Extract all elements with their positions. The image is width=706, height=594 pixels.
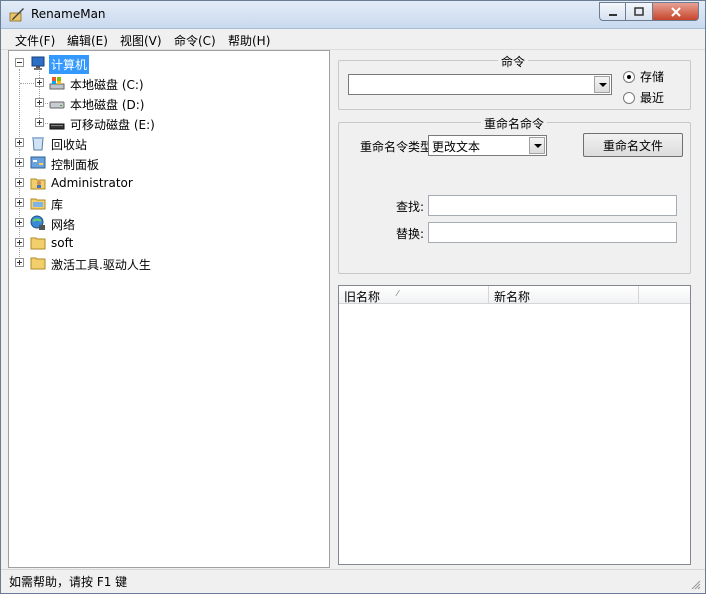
menu-bar: 文件(F) 编辑(E) 视图(V) 命令(C) 帮助(H): [1, 29, 705, 50]
find-label: 查找:: [396, 200, 425, 214]
control-panel-icon: [30, 156, 46, 169]
expand-icon[interactable]: [15, 158, 24, 167]
tree-item-computer[interactable]: 计算机: [9, 54, 329, 74]
computer-icon: [31, 56, 45, 70]
close-button[interactable]: [653, 2, 699, 21]
rename-group-title: 重命名命令: [481, 115, 548, 132]
rename-command-group: 重命名命令 重命名令类型: 更改文本 重命名文件 查找: 替换:: [338, 115, 691, 274]
radio-save[interactable]: 存储: [623, 68, 664, 85]
minimize-button[interactable]: [599, 2, 626, 21]
minimize-icon: [608, 13, 617, 16]
radio-recent[interactable]: 最近: [623, 89, 664, 106]
tree-item-activation-tools[interactable]: 激活工具.驱动人生: [9, 254, 329, 272]
tree-label: 库: [51, 198, 64, 212]
tree-item-control-panel[interactable]: 控制面板: [9, 154, 329, 172]
expand-icon[interactable]: [15, 198, 24, 207]
expand-icon[interactable]: [15, 178, 24, 187]
rename-type-combo[interactable]: 更改文本: [428, 135, 547, 156]
dropdown-arrow-icon[interactable]: [529, 137, 545, 154]
expand-icon[interactable]: [35, 118, 44, 127]
command-group-title: 命令: [498, 53, 529, 70]
column-old-name[interactable]: 旧名称 ⁄: [339, 286, 489, 304]
tree-label: 本地磁盘 (D:): [70, 98, 145, 112]
tree-item-soft[interactable]: soft: [9, 234, 329, 252]
tree-label: 控制面板: [51, 158, 100, 172]
tree-item-drive-d[interactable]: 本地磁盘 (D:): [9, 94, 329, 112]
replace-input[interactable]: [428, 222, 677, 243]
expand-icon[interactable]: [35, 98, 44, 107]
tree-item-drive-c[interactable]: 本地磁盘 (C:): [9, 74, 329, 92]
menu-edit[interactable]: 编辑(E): [67, 32, 108, 49]
tree-label: 计算机: [49, 55, 90, 74]
expand-icon[interactable]: [35, 78, 44, 87]
sort-ascending-icon: ⁄: [397, 289, 399, 298]
radio-unchecked-icon: [623, 91, 635, 104]
menu-help[interactable]: 帮助(H): [228, 32, 270, 49]
tree-item-recycle-bin[interactable]: 回收站: [9, 134, 329, 152]
expand-icon[interactable]: [15, 138, 24, 147]
tree-label: 网络: [51, 218, 76, 232]
system-drive-icon: [49, 77, 65, 90]
column-old-name-label: 旧名称: [344, 290, 381, 304]
app-pen-icon: [9, 8, 24, 22]
rename-panel: 命令 存储 最近 重命名命令 重命名令类型: 更改文本 重命名文件 查找: 替换…: [334, 50, 697, 568]
collapse-icon[interactable]: [15, 58, 24, 67]
rename-type-label: 重命名令类型:: [360, 140, 437, 154]
tree-label: 可移动磁盘 (E:): [70, 118, 155, 132]
removable-drive-icon: [49, 123, 65, 130]
close-icon: [670, 6, 681, 17]
menu-file[interactable]: 文件(F): [15, 32, 55, 49]
folder-tree[interactable]: 计算机 本地磁盘 (C:) 本地磁盘 (D:) 可移动磁盘 (E:) 回收站 控…: [8, 50, 330, 568]
tree-connector: [20, 83, 34, 84]
menu-view[interactable]: 视图(V): [120, 32, 162, 49]
status-bar: 如需帮助，请按 F1 键: [1, 569, 705, 593]
radio-checked-icon: [623, 70, 635, 83]
rename-preview-list[interactable]: 旧名称 ⁄ 新名称: [338, 285, 691, 565]
folder-icon: [30, 257, 46, 270]
app-window: RenameMan 文件(F) 编辑(E) 视图(V) 命令(C) 帮助(H): [0, 0, 706, 594]
rename-files-button[interactable]: 重命名文件: [583, 133, 683, 157]
window-title: RenameMan: [31, 7, 106, 21]
command-group: 命令 存储 最近: [338, 53, 691, 110]
user-folder-icon: [30, 178, 46, 190]
library-icon: [30, 198, 46, 210]
tree-label: soft: [51, 236, 74, 250]
column-new-name-label: 新名称: [494, 290, 531, 304]
tree-label: 本地磁盘 (C:): [70, 78, 144, 92]
maximize-icon: [634, 6, 644, 16]
title-bar[interactable]: RenameMan: [1, 1, 705, 29]
resize-grip-icon[interactable]: [689, 578, 701, 590]
dropdown-arrow-icon[interactable]: [594, 76, 610, 93]
menu-command[interactable]: 命令(C): [174, 32, 216, 49]
status-text: 如需帮助，请按 F1 键: [9, 575, 128, 589]
tree-item-administrator[interactable]: Administrator: [9, 174, 329, 192]
tree-item-network[interactable]: 网络: [9, 214, 329, 232]
tree-label: 激活工具.驱动人生: [51, 258, 151, 272]
command-combo[interactable]: [348, 74, 612, 95]
replace-label: 替换:: [396, 227, 425, 241]
rename-type-value: 更改文本: [432, 140, 481, 154]
column-new-name[interactable]: 新名称: [489, 286, 639, 304]
expand-icon[interactable]: [15, 238, 24, 247]
column-filler: [639, 286, 690, 304]
tree-label: Administrator: [51, 176, 133, 190]
radio-recent-label: 最近: [640, 91, 665, 105]
network-globe-icon: [30, 215, 45, 230]
radio-save-label: 存储: [640, 70, 665, 84]
tree-item-drive-e[interactable]: 可移动磁盘 (E:): [9, 114, 329, 132]
folder-icon: [30, 237, 46, 250]
list-header: 旧名称 ⁄ 新名称: [339, 286, 690, 304]
expand-icon[interactable]: [15, 258, 24, 267]
recycle-bin-icon: [32, 137, 44, 151]
tree-item-library[interactable]: 库: [9, 194, 329, 212]
maximize-button[interactable]: [626, 2, 653, 21]
find-input[interactable]: [428, 195, 677, 216]
tree-label: 回收站: [51, 138, 88, 152]
hard-drive-icon: [49, 101, 65, 109]
expand-icon[interactable]: [15, 218, 24, 227]
